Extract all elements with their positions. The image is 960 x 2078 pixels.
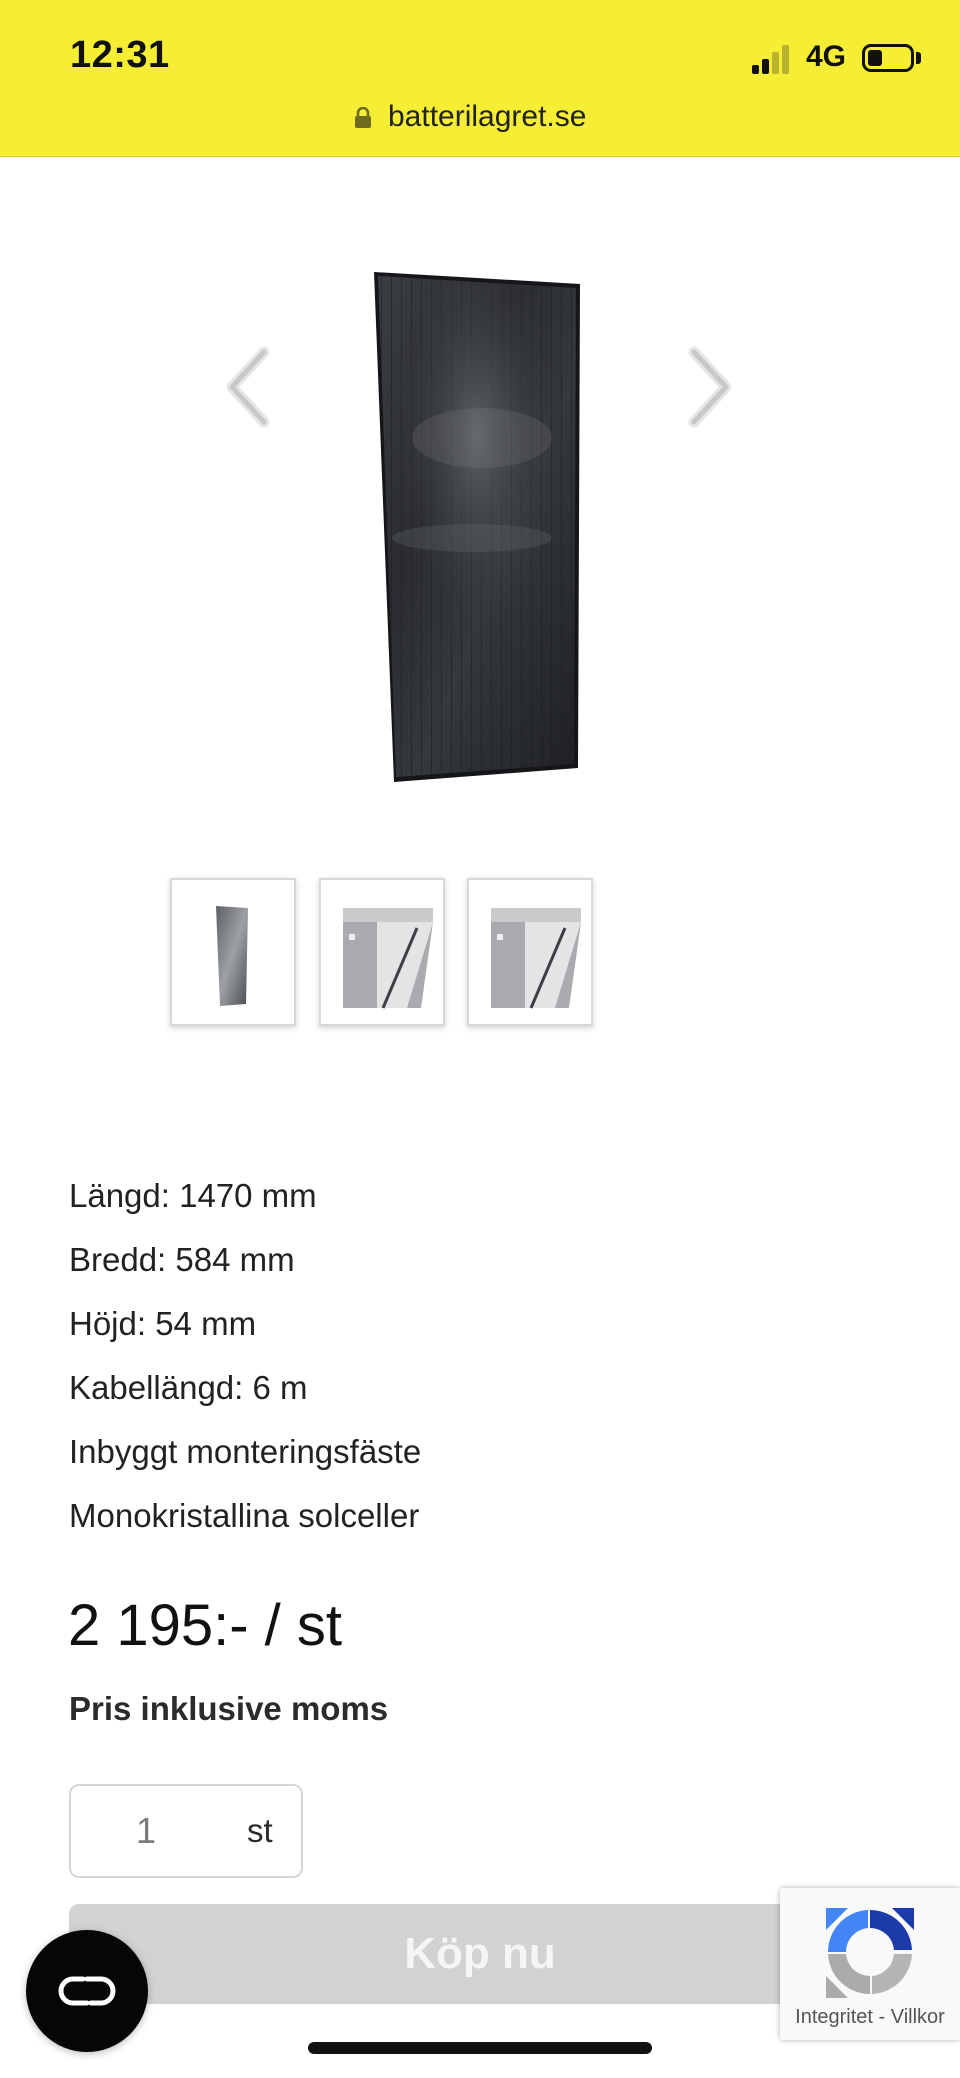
chevron-left-icon xyxy=(226,346,270,428)
recaptcha-privacy-link[interactable]: Integritet xyxy=(795,2006,873,2028)
home-indicator[interactable] xyxy=(308,2042,652,2054)
product-page: 12:31 4G batterilagret.se Längd: 1470 mm… xyxy=(0,0,960,2078)
quantity-field[interactable]: 1 st xyxy=(69,1784,303,1878)
gallery-next-button[interactable] xyxy=(672,342,742,432)
product-specs: Längd: 1470 mm Bredd: 584 mm Höjd: 54 mm… xyxy=(69,1164,421,1548)
recaptcha-icon xyxy=(820,1902,920,2002)
chat-button[interactable] xyxy=(26,1930,148,2052)
lock-icon xyxy=(354,106,372,129)
buy-now-button[interactable]: Köp nu xyxy=(69,1904,891,2004)
spec-length: Längd: 1470 mm xyxy=(69,1177,317,1214)
quantity-unit: st xyxy=(247,1812,273,1849)
recaptcha-terms-link[interactable]: Villkor xyxy=(891,2006,945,2028)
chat-link-icon xyxy=(58,1976,116,2006)
status-time: 12:31 xyxy=(70,34,170,76)
thumbnail-1[interactable] xyxy=(170,878,296,1026)
product-price: 2 195:- / st xyxy=(68,1593,343,1658)
chevron-right-icon xyxy=(688,346,732,428)
gallery-prev-button[interactable] xyxy=(216,342,286,432)
spec-mount: Inbyggt monteringsfäste xyxy=(69,1433,422,1470)
network-type: 4G xyxy=(806,40,847,73)
spec-height: Höjd: 54 mm xyxy=(69,1305,257,1342)
thumbnail-3[interactable] xyxy=(467,878,593,1026)
product-main-image xyxy=(372,268,588,786)
recaptcha-links: Integritet - Villkor xyxy=(780,2006,960,2029)
address-bar-url[interactable]: batterilagret.se xyxy=(388,100,586,134)
quantity-input[interactable]: 1 xyxy=(71,1786,221,1876)
recaptcha-separator: - xyxy=(872,2006,891,2028)
signal-icon xyxy=(752,44,796,74)
price-vat-note: Pris inklusive moms xyxy=(69,1690,389,1727)
battery-icon xyxy=(862,44,914,72)
spec-width: Bredd: 584 mm xyxy=(69,1241,295,1278)
spec-cable-length: Kabellängd: 6 m xyxy=(69,1369,308,1406)
browser-top-bar: 12:31 4G batterilagret.se xyxy=(0,0,960,157)
thumbnail-2[interactable] xyxy=(319,878,445,1026)
battery-tip xyxy=(916,52,921,64)
spec-cells: Monokristallina solceller xyxy=(69,1497,420,1534)
recaptcha-badge: Integritet - Villkor xyxy=(780,1888,960,2040)
